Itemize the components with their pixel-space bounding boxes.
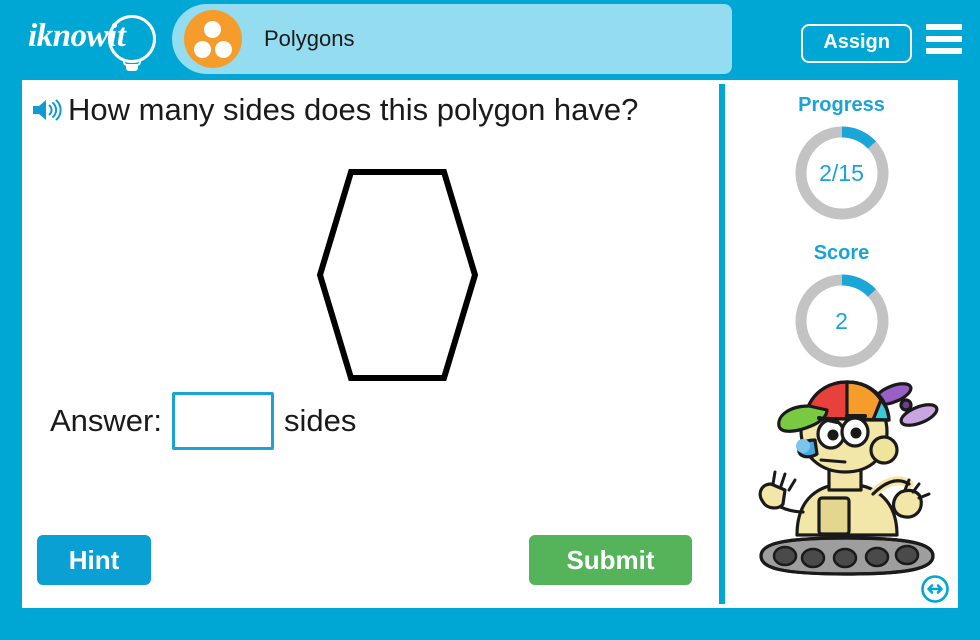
score-donut: 2	[790, 269, 894, 373]
dot-top	[204, 21, 221, 38]
lightbulb-screw-icon	[126, 66, 138, 71]
dot-bottom-left	[194, 41, 211, 58]
robot-mascot-image	[741, 372, 951, 592]
score-label: Score	[813, 242, 870, 264]
question-row: How many sides does this polygon have?	[30, 92, 638, 128]
progress-donut: 2/15	[790, 121, 894, 225]
answer-row: Answer: sides	[50, 392, 356, 450]
answer-prefix-label: Answer:	[50, 403, 162, 438]
dot-bottom-right	[215, 41, 232, 58]
hexagon-shape	[316, 169, 479, 381]
submit-button[interactable]: Submit	[529, 535, 692, 585]
progress-meter: Progress 2/15	[725, 94, 958, 225]
status-sidebar: Progress 2/15 Score 2	[725, 80, 958, 608]
three-dots-circle-icon	[184, 10, 242, 68]
menu-bar-2	[926, 36, 962, 42]
score-value: 2	[835, 307, 848, 334]
menu-bar-1	[926, 24, 962, 30]
answer-suffix-label: sides	[283, 403, 357, 438]
topic-title: Polygons	[264, 26, 355, 51]
hint-button[interactable]: Hint	[37, 535, 151, 585]
app-header: iknowit Polygons Assign	[0, 0, 980, 78]
iknowit-logo[interactable]: iknowit	[22, 10, 172, 71]
lightbulb-base-icon	[123, 59, 141, 66]
speaker-audio-icon[interactable]	[30, 96, 64, 124]
lightbulb-icon	[108, 15, 156, 63]
hamburger-menu-icon[interactable]	[926, 24, 962, 54]
menu-bar-3	[926, 48, 962, 54]
content-panel: How many sides does this polygon have? A…	[22, 80, 958, 608]
assign-button[interactable]: Assign	[801, 24, 912, 63]
answer-input[interactable]	[171, 392, 274, 450]
resize-horizontal-icon[interactable]	[920, 574, 950, 604]
progress-label: Progress	[798, 94, 885, 116]
score-meter: Score 2	[725, 242, 958, 373]
topic-tab[interactable]: Polygons	[172, 4, 732, 74]
progress-value: 2/15	[819, 159, 864, 186]
app-window: iknowit Polygons Assign How many sides d…	[0, 0, 980, 640]
question-text: How many sides does this polygon have?	[68, 92, 639, 127]
polygon-display-area	[52, 135, 712, 415]
